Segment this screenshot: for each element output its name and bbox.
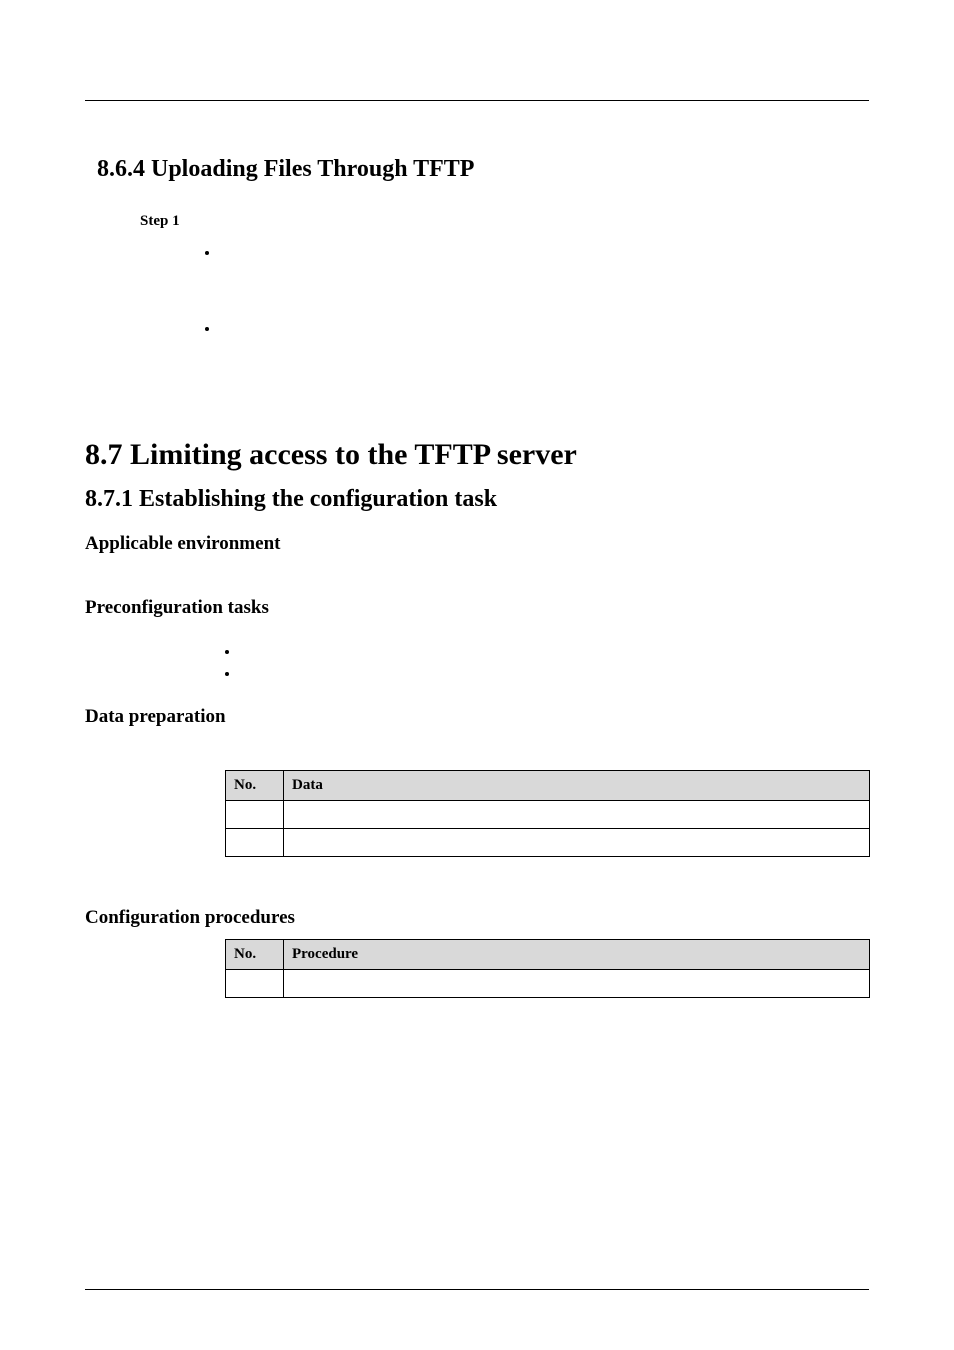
- preconfig-bullets: [240, 641, 869, 686]
- applicable-environment-label: Applicable environment: [85, 533, 869, 555]
- table-row: [226, 828, 870, 856]
- table-header-row: No. Data: [226, 770, 870, 800]
- list-item: [240, 663, 869, 685]
- col-header-no: No.: [226, 939, 284, 969]
- step-1-bullets: [220, 244, 869, 338]
- step-1-label: Step 1: [140, 213, 869, 230]
- heading-871: 8.7.1 Establishing the configuration tas…: [85, 486, 869, 513]
- top-rule: [85, 100, 869, 101]
- configuration-procedures-label: Configuration procedures: [85, 907, 869, 929]
- col-header-no: No.: [226, 770, 284, 800]
- list-item: [240, 641, 869, 663]
- cell-data: [284, 828, 870, 856]
- table-row: [226, 800, 870, 828]
- cell-procedure: [284, 969, 870, 997]
- heading-87: 8.7 Limiting access to the TFTP server: [85, 438, 869, 472]
- configuration-procedures-table: No. Procedure: [225, 939, 870, 998]
- cell-no: [226, 969, 284, 997]
- bottom-rule: [85, 1289, 869, 1290]
- table-row: [226, 969, 870, 997]
- col-header-data: Data: [284, 770, 870, 800]
- heading-864: 8.6.4 Uploading Files Through TFTP: [97, 156, 869, 183]
- preconfiguration-tasks-label: Preconfiguration tasks: [85, 597, 869, 619]
- list-item: [220, 320, 869, 338]
- list-item: [220, 244, 869, 262]
- data-preparation-label: Data preparation: [85, 706, 869, 728]
- col-header-procedure: Procedure: [284, 939, 870, 969]
- cell-no: [226, 828, 284, 856]
- cell-data: [284, 800, 870, 828]
- table-header-row: No. Procedure: [226, 939, 870, 969]
- data-preparation-table: No. Data: [225, 770, 870, 857]
- cell-no: [226, 800, 284, 828]
